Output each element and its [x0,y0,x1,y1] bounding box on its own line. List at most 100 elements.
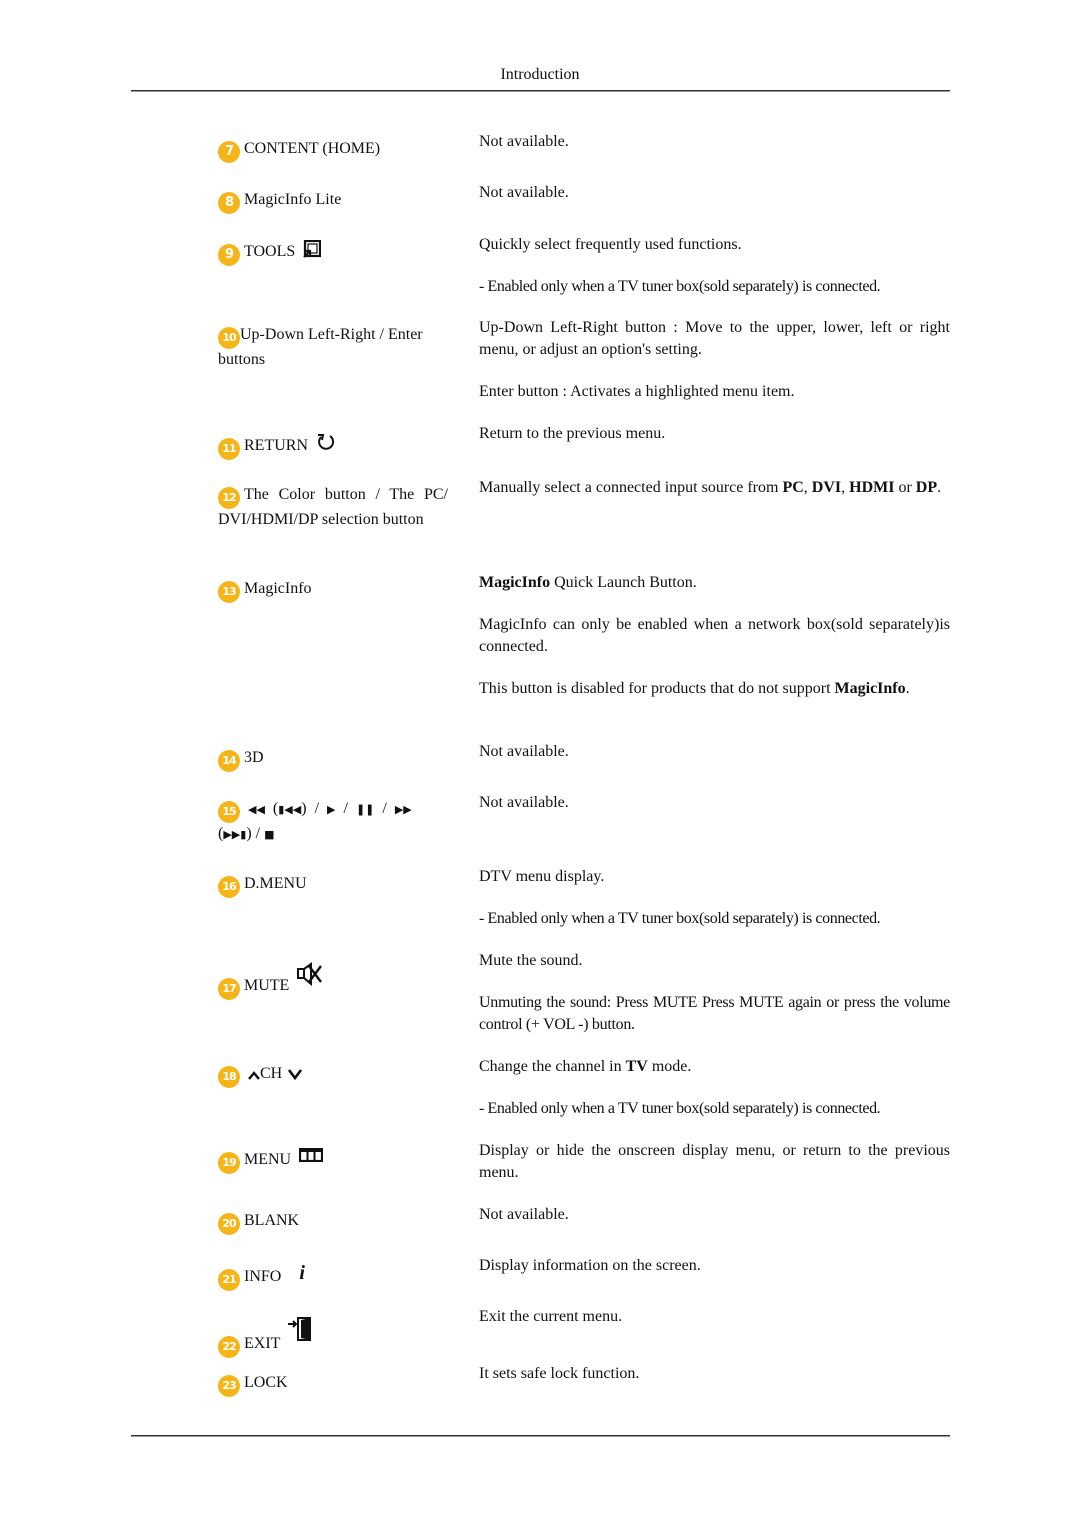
number-badge-9: 9 [218,244,240,266]
number-badge-15: 15 [218,801,240,823]
number-badge-8: 8 [218,192,240,214]
item-desc-17: Mute the sound. Unmuting the sound: Pres… [479,950,950,1056]
item-desc-13: MagicInfo Quick Launch Button. MagicInfo… [479,572,950,720]
item-desc-19: Display or hide the onscreen display men… [479,1140,950,1204]
item-desc-20: Not available. [479,1204,950,1246]
item-label-7: 7 CONTENT (HOME) [218,138,448,163]
number-badge-19: 19 [218,1152,240,1174]
item-label-17: 17 MUTE [218,962,448,1000]
pause-icon: ❚❚ [355,803,375,816]
desc-text: Display information on the screen. [479,1257,701,1274]
number-badge-17: 17 [218,978,240,1000]
label-text: CONTENT (HOME) [244,140,381,157]
desc-text: MagicInfo can only be enabled when a net… [479,616,950,655]
label-text: Up-Down Left-Right / Enter buttons [218,326,423,368]
bold-magicinfo: MagicInfo [479,574,551,591]
item-desc-15: Not available. [479,792,950,834]
page-header-title: Introduction [500,66,580,83]
header-rule [131,90,950,92]
skip-back-icon: ▮◀◀ [278,803,302,816]
item-desc-10: Up-Down Left-Right button : Move to the … [479,317,950,423]
label-text: MUTE [244,977,290,994]
number-badge-23: 23 [218,1375,240,1397]
label-text: MagicInfo [244,580,312,597]
play-icon: ▶ [327,803,336,816]
number-badge-13: 13 [218,581,240,603]
tools-icon [303,239,322,265]
desc-text: Unmuting the sound: Press MUTE Press MUT… [479,994,950,1033]
desc-prefix: Manually select a connected input source… [479,479,783,496]
label-text: TOOLS [244,243,296,260]
label-text: CH [260,1065,283,1082]
desc-text: Not available. [479,794,569,811]
number-badge-14: 14 [218,750,240,772]
menu-icon [299,1147,324,1169]
desc-text: Up-Down Left-Right button : Move to the … [479,319,950,358]
item-desc-18: Change the channel in TV mode. - Enabled… [479,1056,950,1140]
item-desc-12: Manually select a connected input source… [479,477,950,519]
sep: . [937,479,942,496]
number-badge-12: 12 [218,487,240,509]
stop-icon: ■ [264,828,275,841]
desc-text: Change the channel in TV mode. [479,1056,950,1078]
rewind-icon: ◀◀ [248,803,265,816]
label-text: 3D [244,749,264,766]
item-label-23: 23 LOCK [218,1372,448,1397]
desc-part: Change the channel in [479,1058,626,1075]
item-label-9: 9 TOOLS [218,239,448,266]
skip-forward-icon: ▶▶▮ [223,828,247,841]
desc-part: This button is disabled for products tha… [479,680,835,697]
number-badge-22: 22 [218,1336,240,1358]
return-icon [316,432,336,459]
desc-text: Mute the sound. [479,952,583,969]
desc-text: - Enabled only when a TV tuner box(sold … [479,1100,881,1117]
item-label-20: 20 BLANK [218,1210,448,1235]
desc-text: MagicInfo Quick Launch Button. [479,572,950,594]
item-desc-8: Not available. [479,182,950,224]
mute-icon [297,962,323,993]
item-label-19: 19 MENU [218,1147,448,1174]
bold-dvi: DVI [811,479,842,496]
desc-text: Not available. [479,133,569,150]
desc-text: Exit the current menu. [479,1308,623,1325]
item-label-11: 11 RETURN [218,432,448,460]
desc-text: DTV menu display. [479,868,605,885]
item-desc-16: DTV menu display. - Enabled only when a … [479,866,950,950]
item-label-12: 12 The Color button / The PC/ DVI/HDMI/DP… [218,484,448,531]
label-text: EXIT [244,1335,281,1352]
desc-text: Quickly select frequently used functions… [479,236,742,253]
desc-text: Not available. [479,184,569,201]
desc-text: Display or hide the onscreen display men… [479,1142,950,1181]
desc-text: Not available. [479,1206,569,1223]
sep: , [803,479,812,496]
desc-text: - Enabled only when a TV tuner box(sold … [479,278,881,295]
label-text: MagicInfo Lite [244,191,342,208]
number-badge-20: 20 [218,1213,240,1235]
info-icon: i [299,1262,305,1284]
number-badge-21: 21 [218,1269,240,1291]
footer-rule [131,1435,950,1437]
bold-magicinfo: MagicInfo [834,680,906,697]
label-text: RETURN [244,437,308,454]
label-text: BLANK [244,1212,300,1229]
number-badge-7: 7 [218,141,240,163]
item-label-21: 21 INFO i [218,1262,448,1291]
item-label-18: 18 CH [218,1063,448,1088]
item-label-13: 13 MagicInfo [218,578,448,603]
desc-text: This button is disabled for products tha… [479,678,950,700]
label-text: The Color button / The PC/ DVI/HDMI/DP s… [218,486,448,528]
item-desc-23: It sets safe lock function. [479,1363,950,1405]
desc-part: . [905,680,910,697]
item-label-8: 8 MagicInfo Lite [218,189,448,214]
item-desc-21: Display information on the screen. [479,1255,950,1297]
bold-pc: PC [782,479,804,496]
desc-part: Quick Launch Button. [550,574,697,591]
label-text: LOCK [244,1374,288,1391]
label-text: MENU [244,1151,292,1168]
item-label-15: 15 ◀◀ (▮◀◀) / ▶ / ❚❚ / ▶▶ (▶▶▮) / ■ [218,800,412,842]
desc-text: Enter button : Activates a highlighted m… [479,383,795,400]
item-desc-22: Exit the current menu. [479,1306,950,1348]
desc-text: Not available. [479,743,569,760]
item-label-10: 10 Up-Down Left-Right / Enter buttons [218,324,448,371]
fast-forward-icon: ▶▶ [394,803,412,816]
